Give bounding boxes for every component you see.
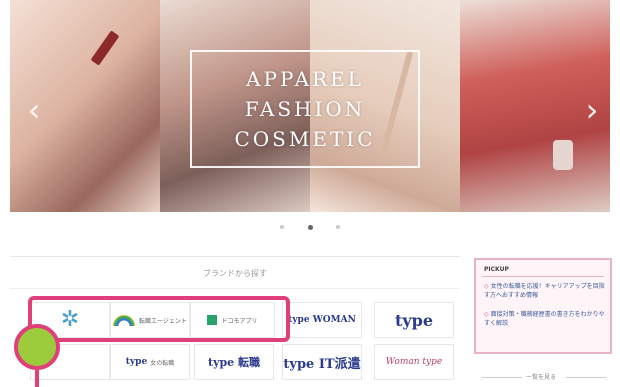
brand-logo-woman-type[interactable]: Woman type bbox=[374, 344, 454, 380]
brand-logo-label: 女の転職 bbox=[150, 359, 175, 367]
brand-logo-type[interactable]: type bbox=[374, 302, 454, 338]
hero-title-line: APPAREL bbox=[246, 67, 364, 91]
section-divider bbox=[10, 256, 460, 257]
annotation-marker-stem bbox=[35, 370, 39, 387]
bullet-icon: ◇ bbox=[484, 283, 489, 290]
brand-logo-type-woman[interactable]: type WOMAN bbox=[282, 302, 362, 338]
brand-logo-label: 転職エージェント bbox=[139, 317, 187, 325]
pickup-title: PICKUP bbox=[484, 266, 509, 273]
bullet-icon: ◇ bbox=[484, 311, 489, 318]
carousel-prev-arrow-icon[interactable]: ‹ bbox=[22, 90, 46, 130]
see-more-link[interactable]: 一覧を見る bbox=[526, 372, 556, 381]
carousel-dot-3[interactable] bbox=[336, 225, 340, 229]
brand-logo-text: Woman type bbox=[385, 357, 443, 367]
pickup-link[interactable]: ◇ 面接対策・職務経歴書の書き方をわかりやすく解説 bbox=[484, 310, 606, 328]
brand-logo-rainbow[interactable]: 転職エージェント bbox=[110, 302, 190, 338]
brand-logo-text: type bbox=[125, 357, 148, 367]
footer-divider bbox=[566, 377, 606, 378]
rainbow-logo-icon bbox=[113, 314, 136, 326]
pickup-sidebar-box: PICKUP ◇ 女性の転職を応援！キャリアアップを目指す方へおすすめ情報 ◇ 面接… bbox=[474, 258, 612, 354]
carousel-next-arrow-icon[interactable]: › bbox=[580, 90, 604, 130]
hero-title-box: APPAREL FASHION COSMETIC bbox=[190, 50, 420, 168]
pickup-link-text: 面接対策・職務経歴書の書き方をわかりやすく解説 bbox=[484, 311, 605, 327]
brand-logo-text: type 転職 bbox=[208, 356, 260, 369]
pickup-link[interactable]: ◇ 女性の転職を応援！キャリアアップを目指す方へおすすめ情報 bbox=[484, 282, 606, 300]
hero-title-line: FASHION bbox=[244, 97, 366, 121]
carousel-dot-1[interactable] bbox=[280, 225, 284, 229]
pickup-divider bbox=[482, 276, 604, 277]
carousel-dots bbox=[280, 222, 340, 232]
annotation-marker-icon bbox=[14, 324, 60, 370]
brand-search-section: ブランドから探す ✲ 転職エージェント ドコモアプリ type WOMAN ty… bbox=[10, 250, 460, 387]
brand-logo-type-it[interactable]: type IT派遣 bbox=[282, 344, 362, 380]
pickup-link-text: 女性の転職を応援！キャリアアップを目指す方へおすすめ情報 bbox=[484, 283, 605, 299]
star-logo-icon: ✲ bbox=[60, 307, 80, 332]
brand-logo-text: type WOMAN bbox=[288, 315, 356, 325]
brand-logo-type-small[interactable]: type 女の転職 bbox=[110, 344, 190, 380]
carousel-dot-2[interactable] bbox=[307, 224, 313, 230]
brand-search-heading: ブランドから探す bbox=[203, 269, 267, 278]
brand-logo-docomo[interactable]: ドコモアプリ bbox=[190, 302, 275, 338]
nail-polish-bottle-shape bbox=[553, 140, 573, 170]
brand-logo-text: type IT派遣 bbox=[283, 356, 361, 372]
brand-logo-type-tenshoku[interactable]: type 転職 bbox=[194, 344, 274, 380]
green-badge-icon bbox=[207, 315, 218, 325]
brand-logo-label: ドコモアプリ bbox=[221, 317, 258, 325]
section-divider bbox=[10, 288, 460, 289]
sidebar-footer: 一覧を見る bbox=[474, 372, 612, 382]
brand-logo-text: type bbox=[394, 310, 434, 330]
footer-divider bbox=[482, 377, 522, 378]
hero-title-line: COSMETIC bbox=[234, 127, 376, 151]
